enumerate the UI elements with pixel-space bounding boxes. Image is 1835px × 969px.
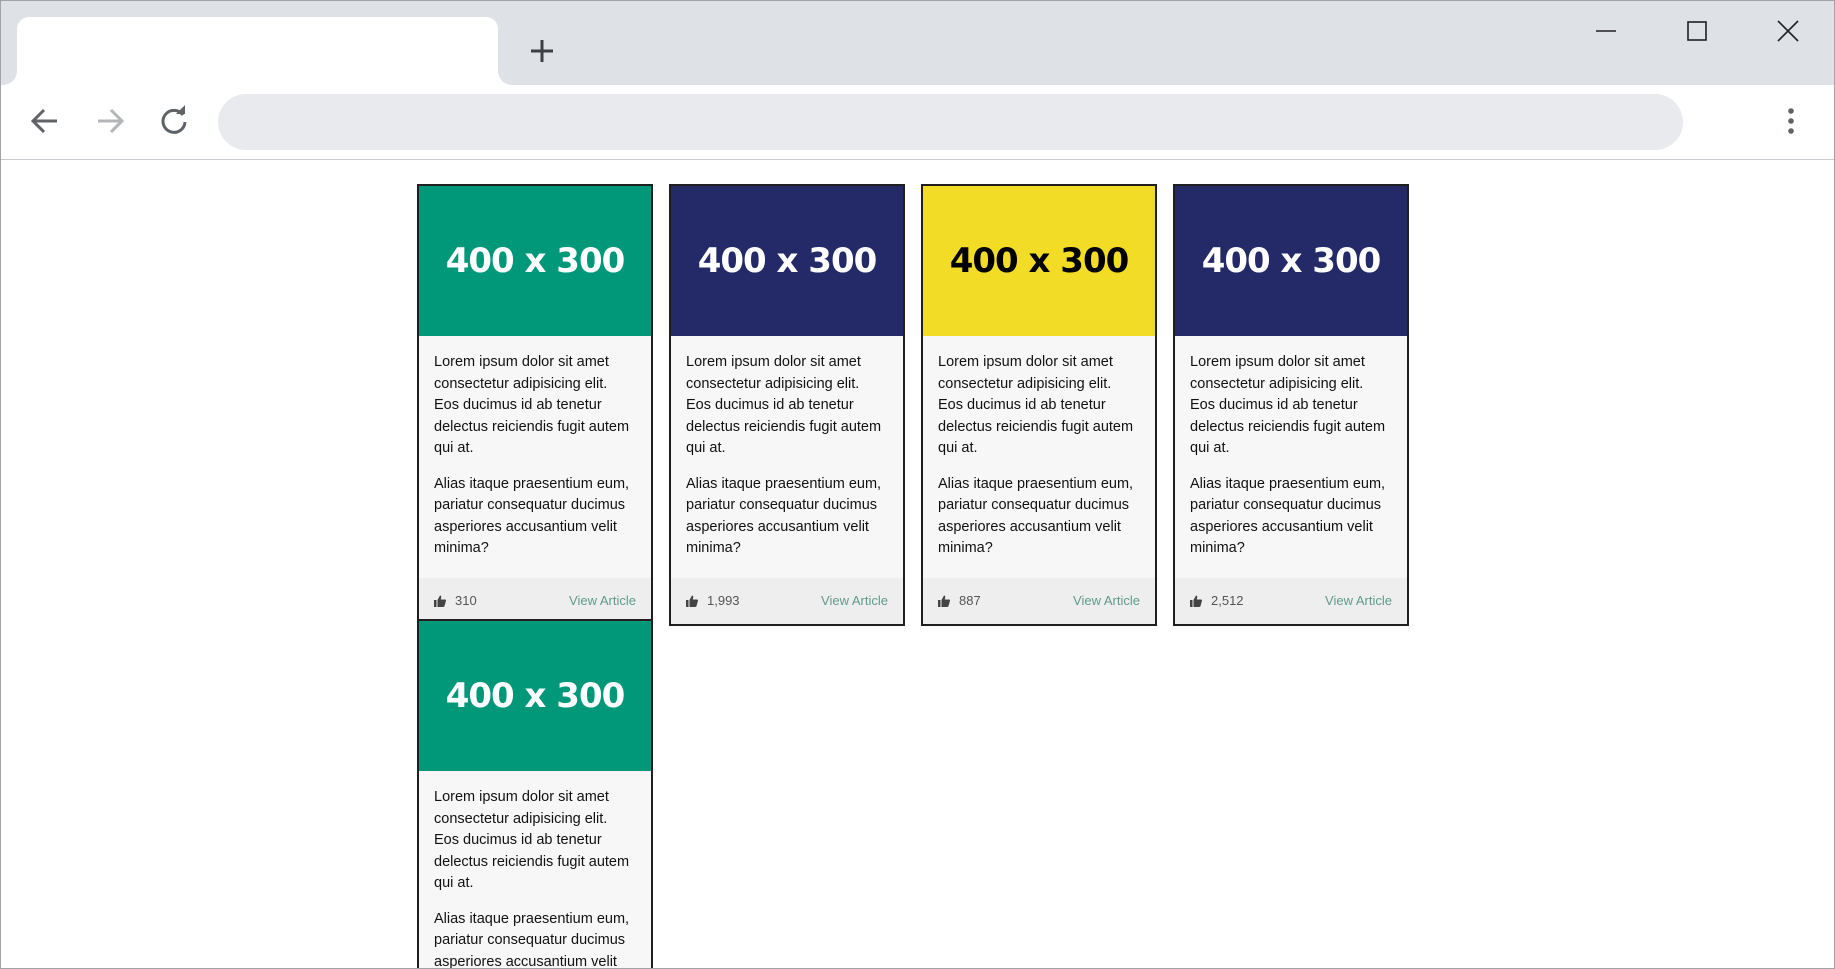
card-footer: 887 View Article bbox=[923, 577, 1155, 624]
card-paragraph: Alias itaque praesentium eum, pariatur c… bbox=[938, 475, 1134, 557]
like-count: 887 bbox=[938, 593, 981, 608]
view-article-link[interactable]: View Article bbox=[1325, 593, 1392, 608]
card-footer: 2,512 View Article bbox=[1175, 577, 1407, 624]
card-paragraph: Lorem ipsum dolor sit amet consectetur a… bbox=[938, 354, 1134, 456]
like-count-value: 887 bbox=[959, 593, 981, 608]
card-paragraph: Lorem ipsum dolor sit amet consectetur a… bbox=[434, 789, 630, 891]
browser-window: 400 x 300 Lorem ipsum dolor sit amet con… bbox=[0, 0, 1835, 969]
like-count: 2,512 bbox=[1190, 593, 1244, 608]
kebab-menu-icon bbox=[1788, 108, 1794, 134]
reload-button[interactable] bbox=[156, 103, 192, 139]
card-paragraph: Alias itaque praesentium eum, pariatur c… bbox=[434, 910, 630, 969]
like-count-value: 310 bbox=[455, 593, 477, 608]
card-body: Lorem ipsum dolor sit amet consectetur a… bbox=[671, 336, 903, 578]
thumbs-up-icon bbox=[434, 595, 446, 607]
card-body: Lorem ipsum dolor sit amet consectetur a… bbox=[419, 771, 651, 968]
card-image-placeholder: 400 x 300 bbox=[923, 186, 1155, 336]
plus-icon bbox=[531, 40, 553, 62]
thumbs-up-icon bbox=[1190, 595, 1202, 607]
card-image-label: 400 x 300 bbox=[445, 676, 626, 716]
card-footer: 1,993 View Article bbox=[671, 577, 903, 624]
like-count-value: 1,993 bbox=[707, 593, 740, 608]
card-body: Lorem ipsum dolor sit amet consectetur a… bbox=[419, 336, 651, 578]
minimize-button[interactable] bbox=[1582, 11, 1630, 51]
view-article-link[interactable]: View Article bbox=[1073, 593, 1140, 608]
tab-strip bbox=[1, 1, 1834, 85]
thumbs-up-icon bbox=[938, 595, 950, 607]
card-image-label: 400 x 300 bbox=[949, 241, 1130, 281]
card-image-placeholder: 400 x 300 bbox=[1175, 186, 1407, 336]
card-footer: 310 View Article bbox=[419, 577, 651, 624]
card-image-placeholder: 400 x 300 bbox=[671, 186, 903, 336]
forward-button[interactable] bbox=[92, 103, 128, 139]
forward-arrow-icon bbox=[98, 108, 125, 134]
card-paragraph: Alias itaque praesentium eum, pariatur c… bbox=[1190, 475, 1386, 557]
browser-tab[interactable] bbox=[17, 17, 498, 85]
like-count: 1,993 bbox=[686, 593, 740, 608]
article-card: 400 x 300 Lorem ipsum dolor sit amet con… bbox=[669, 184, 905, 626]
browser-toolbar bbox=[1, 85, 1834, 160]
back-button[interactable] bbox=[27, 103, 63, 139]
card-image-placeholder: 400 x 300 bbox=[419, 186, 651, 336]
address-bar[interactable] bbox=[218, 94, 1683, 150]
card-image-label: 400 x 300 bbox=[445, 241, 626, 281]
close-icon bbox=[1777, 20, 1799, 42]
back-arrow-icon bbox=[30, 108, 57, 134]
close-window-button[interactable] bbox=[1764, 11, 1812, 51]
article-card: 400 x 300 Lorem ipsum dolor sit amet con… bbox=[921, 184, 1157, 626]
card-paragraph: Alias itaque praesentium eum, pariatur c… bbox=[686, 475, 882, 557]
like-count: 310 bbox=[434, 593, 477, 608]
view-article-link[interactable]: View Article bbox=[569, 593, 636, 608]
card-paragraph: Alias itaque praesentium eum, pariatur c… bbox=[434, 475, 630, 557]
page-viewport: 400 x 300 Lorem ipsum dolor sit amet con… bbox=[1, 160, 1834, 968]
card-body: Lorem ipsum dolor sit amet consectetur a… bbox=[1175, 336, 1407, 578]
maximize-button[interactable] bbox=[1673, 11, 1721, 51]
card-paragraph: Lorem ipsum dolor sit amet consectetur a… bbox=[686, 354, 882, 456]
thumbs-up-icon bbox=[686, 595, 698, 607]
article-card: 400 x 300 Lorem ipsum dolor sit amet con… bbox=[1173, 184, 1409, 626]
browser-menu-button[interactable] bbox=[1775, 105, 1807, 137]
article-card: 400 x 300 Lorem ipsum dolor sit amet con… bbox=[417, 619, 653, 968]
card-body: Lorem ipsum dolor sit amet consectetur a… bbox=[923, 336, 1155, 578]
card-image-label: 400 x 300 bbox=[697, 241, 878, 281]
card-image-label: 400 x 300 bbox=[1201, 241, 1382, 281]
new-tab-button[interactable] bbox=[526, 35, 558, 67]
card-image-placeholder: 400 x 300 bbox=[419, 621, 651, 771]
reload-icon bbox=[161, 105, 187, 134]
like-count-value: 2,512 bbox=[1211, 593, 1244, 608]
card-paragraph: Lorem ipsum dolor sit amet consectetur a… bbox=[434, 354, 630, 456]
article-card: 400 x 300 Lorem ipsum dolor sit amet con… bbox=[417, 184, 653, 626]
view-article-link[interactable]: View Article bbox=[821, 593, 888, 608]
minimize-icon bbox=[1596, 30, 1616, 32]
card-paragraph: Lorem ipsum dolor sit amet consectetur a… bbox=[1190, 354, 1386, 456]
maximize-icon bbox=[1687, 21, 1707, 41]
